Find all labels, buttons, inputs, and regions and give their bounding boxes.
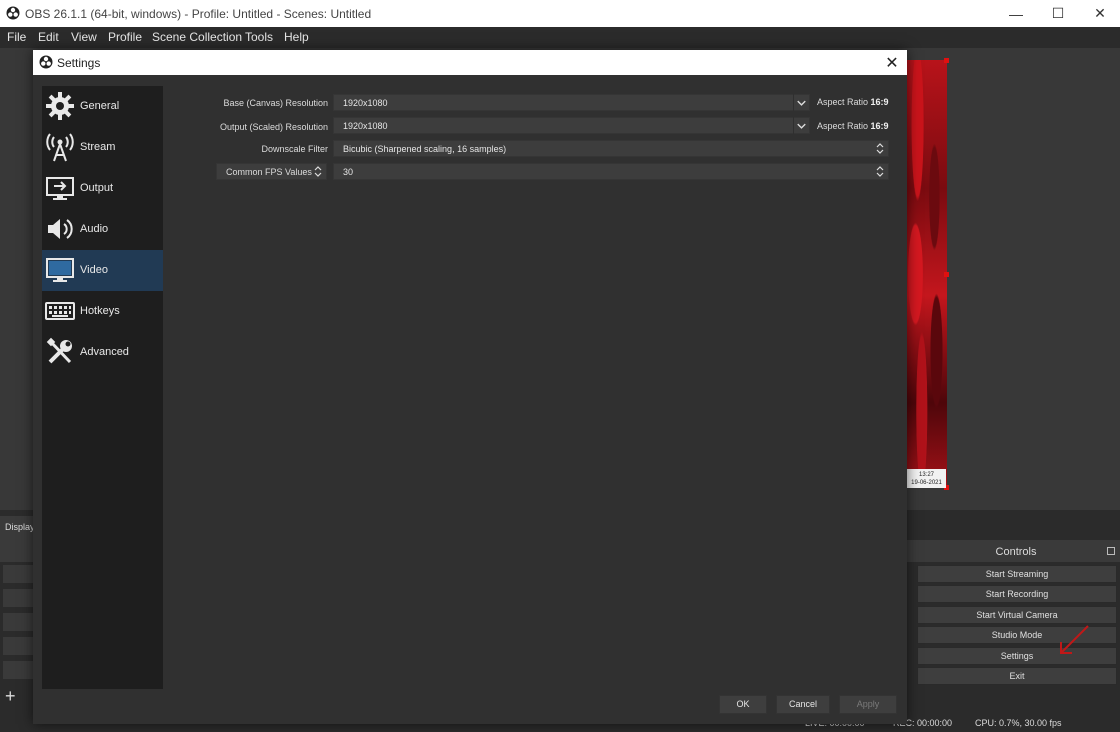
settings-nav: General Stream Output Audio Video Hotkey… [42,86,163,689]
nav-label-hotkeys: Hotkeys [80,305,120,317]
nav-item-advanced[interactable]: Advanced [42,332,163,373]
keyboard-icon [45,302,75,320]
maximize-button[interactable]: ☐ [1035,0,1081,27]
source-preview-image[interactable] [905,58,949,490]
chevron-down-icon[interactable] [793,94,809,111]
exit-button[interactable]: Exit [917,667,1117,685]
red-arrow-annotation-icon [1060,625,1089,654]
downscale-filter-combo[interactable]: Bicubic (Sharpened scaling, 16 samples) [333,140,889,157]
nav-item-output[interactable]: Output [42,168,163,209]
settings-titlebar: Settings ✕ [33,50,907,75]
scene-list-item[interactable] [2,660,34,680]
output-aspect-label: Aspect Ratio [817,121,869,131]
undock-icon[interactable] [1107,547,1115,555]
tools-icon [46,337,72,364]
nav-label-audio: Audio [80,223,109,235]
broadcast-antenna-icon [46,133,74,162]
controls-title-label: Controls [995,546,1037,558]
scene-list-item[interactable] [2,636,34,656]
nav-item-hotkeys[interactable]: Hotkeys [42,291,163,332]
start-virtual-camera-button[interactable]: Start Virtual Camera [917,606,1117,624]
base-resolution-value: 1920x1080 [343,98,388,108]
scene-list-item[interactable] [2,564,34,584]
settings-dialog: Settings ✕ General Stream Output Audio V… [33,50,907,724]
base-aspect-ratio: Aspect Ratio 16:9 [817,97,889,107]
menu-file[interactable]: File [7,30,26,44]
settings-title: Settings [57,56,101,70]
nav-label-video: Video [80,264,108,276]
fps-value: 30 [343,167,354,177]
scene-list-item[interactable] [2,588,34,608]
apply-button[interactable]: Apply [839,695,897,714]
nav-label-output: Output [80,182,114,194]
base-resolution-label: Base (Canvas) Resolution [223,98,328,108]
menu-edit[interactable]: Edit [38,30,59,44]
output-monitor-icon [46,177,74,200]
fps-type-combo[interactable]: Common FPS Values [216,163,327,180]
nav-item-stream[interactable]: Stream [42,127,163,168]
scene-list-item[interactable] [2,612,34,632]
add-scene-button[interactable]: + [5,686,16,707]
output-aspect-ratio: Aspect Ratio 16:9 [817,121,889,131]
nav-label-advanced: Advanced [80,346,129,358]
downscale-filter-value: Bicubic (Sharpened scaling, 16 samples) [343,144,507,154]
minimize-button[interactable]: — [993,0,1039,27]
monitor-icon [46,258,74,282]
preview-timestamp: 13:27 19-06-2021 [907,469,946,488]
settings-close-button[interactable]: ✕ [877,50,907,75]
close-window-button[interactable]: ✕ [1077,0,1120,27]
menu-help[interactable]: Help [284,30,309,44]
ok-button[interactable]: OK [719,695,767,714]
preview-date: 19-06-2021 [911,480,942,486]
up-down-arrows-icon[interactable] [310,163,326,180]
window-title: OBS 26.1.1 (64-bit, windows) - Profile: … [25,7,372,21]
nav-label-general: General [80,100,120,112]
menu-profile[interactable]: Profile [108,30,142,44]
nav-item-audio[interactable]: Audio [42,209,163,250]
downscale-filter-label: Downscale Filter [261,144,328,154]
resize-handle[interactable] [944,58,949,63]
fps-value-combo[interactable]: 30 [333,163,889,180]
up-down-arrows-icon[interactable] [872,163,888,180]
base-aspect-value: 16:9 [870,97,889,107]
controls-dock-title: Controls [914,543,1118,561]
nav-label-stream: Stream [80,141,116,153]
speaker-icon [48,219,73,239]
chevron-down-icon[interactable] [793,117,809,134]
output-resolution-label: Output (Scaled) Resolution [219,122,328,132]
menu-bar: File Edit View Profile Scene Collection … [0,27,1120,48]
output-resolution-combo[interactable]: 1920x1080 [333,117,810,134]
obs-logo-icon [39,55,53,69]
output-aspect-value: 16:9 [870,121,889,131]
cancel-button[interactable]: Cancel [776,695,830,714]
gear-icon [46,92,74,120]
obs-logo-icon [6,6,20,20]
base-aspect-label: Aspect Ratio [817,97,869,107]
start-recording-button[interactable]: Start Recording [917,585,1117,603]
menu-scene-collection[interactable]: Scene Collection [152,30,242,44]
up-down-arrows-icon[interactable] [872,140,888,157]
base-resolution-combo[interactable]: 1920x1080 [333,94,810,111]
start-streaming-button[interactable]: Start Streaming [917,565,1117,583]
fps-type-value: Common FPS Values [226,167,312,177]
output-resolution-value: 1920x1080 [343,121,388,131]
resize-handle[interactable] [944,272,949,277]
menu-view[interactable]: View [71,30,97,44]
cpu-fps-status: CPU: 0.7%, 30.00 fps [975,718,1062,728]
nav-item-general[interactable]: General [42,86,163,127]
preview-time: 13:27 [918,472,934,478]
main-titlebar: OBS 26.1.1 (64-bit, windows) - Profile: … [0,0,1120,27]
menu-tools[interactable]: Tools [245,30,273,44]
nav-item-video[interactable]: Video [42,250,163,291]
